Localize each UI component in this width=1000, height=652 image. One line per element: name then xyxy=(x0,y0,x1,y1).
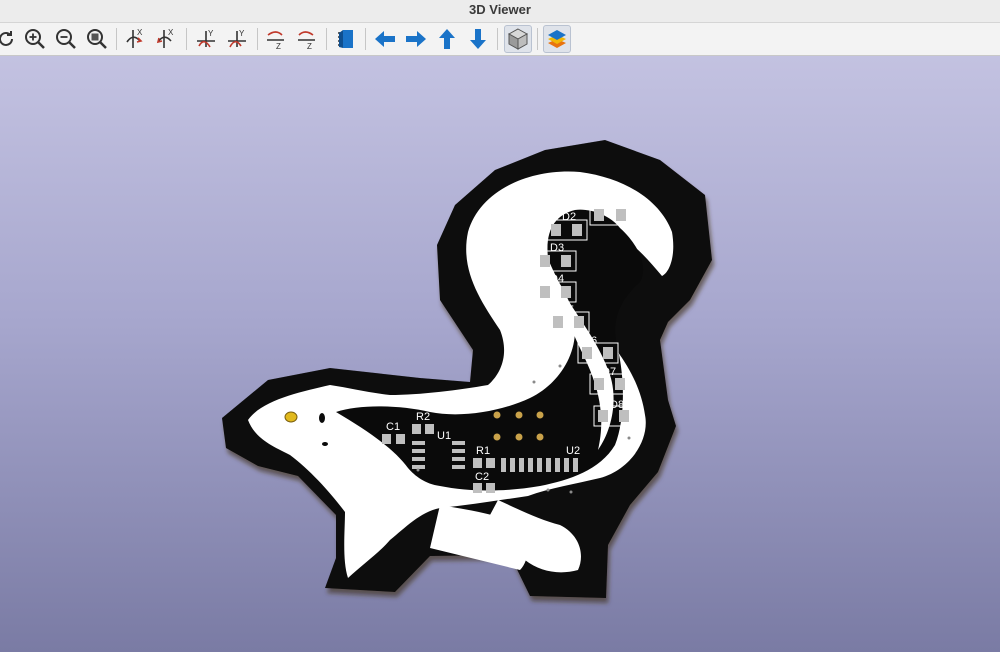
zoom-out-icon xyxy=(56,29,76,49)
layers-icon xyxy=(548,30,566,48)
arrow-left-icon xyxy=(375,31,395,47)
rotate-z-ccw-icon: Z xyxy=(298,31,315,51)
label-c1: C1 xyxy=(386,421,400,433)
title-bar: 3D Viewer xyxy=(0,0,1000,23)
view-3d-button[interactable] xyxy=(504,25,532,53)
cube-icon xyxy=(507,28,529,50)
label-u1: U1 xyxy=(437,430,451,442)
pan-up-button[interactable] xyxy=(433,25,461,53)
pcb-render: D1 D2 D3 D4 D5 D6 D7 D8 C1 R2 U1 R1 C2 U… xyxy=(222,140,712,598)
axis-glyph: X xyxy=(168,28,174,37)
label-d8: D8 xyxy=(610,399,624,411)
label-d2: D2 xyxy=(562,211,576,223)
toolbar-separator xyxy=(365,28,366,50)
zoom-fit-icon xyxy=(87,29,107,49)
label-d7: D7 xyxy=(602,366,616,378)
arrow-up-icon xyxy=(439,29,455,49)
toolbar-separator xyxy=(497,28,498,50)
label-d6: D6 xyxy=(583,335,597,347)
label-d5: D5 xyxy=(560,304,574,316)
label-c2: C2 xyxy=(475,471,489,483)
pan-right-button[interactable] xyxy=(402,25,430,53)
window-title: 3D Viewer xyxy=(469,2,531,17)
zoom-in-button[interactable] xyxy=(21,25,49,53)
flip-board-icon xyxy=(338,30,353,48)
axis-glyph: Z xyxy=(276,42,281,51)
rotate-y-cw-button[interactable]: Y xyxy=(192,25,220,53)
3d-viewport[interactable]: D1 D2 D3 D4 D5 D6 D7 D8 C1 R2 U1 R1 C2 U… xyxy=(0,56,1000,652)
rotate-x-cw-button[interactable]: X xyxy=(122,25,150,53)
toolbar-separator xyxy=(326,28,327,50)
rotate-z-cw-button[interactable]: Z xyxy=(262,25,290,53)
toolbar-separator xyxy=(537,28,538,50)
rotate-x-ccw-icon: X xyxy=(156,28,174,48)
label-d4: D4 xyxy=(550,273,564,285)
app-window: 3D Viewer X X Y Y Z Z D1 D2 D3 D4 D5 D6 … xyxy=(0,0,1000,652)
rotate-y-cw-icon: Y xyxy=(197,29,215,48)
rotate-z-cw-icon: Z xyxy=(267,31,284,51)
label-u2: U2 xyxy=(566,445,580,457)
zoom-out-button[interactable] xyxy=(52,25,80,53)
axis-glyph: Z xyxy=(307,42,312,51)
axis-glyph: Y xyxy=(208,29,214,38)
layers-button[interactable] xyxy=(543,25,571,53)
reload-icon xyxy=(0,31,13,46)
toolbar-separator xyxy=(116,28,117,50)
label-d3: D3 xyxy=(550,242,564,254)
axis-glyph: X xyxy=(137,28,143,37)
rotate-z-ccw-button[interactable]: Z xyxy=(293,25,321,53)
arrow-right-icon xyxy=(406,31,426,47)
toolbar-separator xyxy=(257,28,258,50)
rotate-y-ccw-button[interactable]: Y xyxy=(223,25,251,53)
flip-board-button[interactable] xyxy=(332,25,360,53)
toolbar-separator xyxy=(186,28,187,50)
zoom-fit-button[interactable] xyxy=(83,25,111,53)
pan-down-button[interactable] xyxy=(464,25,492,53)
pan-left-button[interactable] xyxy=(371,25,399,53)
rotate-x-ccw-button[interactable]: X xyxy=(153,25,181,53)
axis-glyph: Y xyxy=(239,29,245,38)
label-r1: R1 xyxy=(476,445,490,457)
zoom-in-icon xyxy=(25,29,45,49)
rotate-y-ccw-icon: Y xyxy=(228,29,246,48)
eye-pad xyxy=(284,411,298,423)
rotate-x-cw-icon: X xyxy=(126,28,143,48)
reload-button[interactable] xyxy=(0,25,20,53)
toolbar: X X Y Y Z Z xyxy=(0,23,1000,56)
arrow-down-icon xyxy=(470,29,486,49)
label-r2: R2 xyxy=(416,411,430,423)
label-d1: D1 xyxy=(606,195,620,207)
